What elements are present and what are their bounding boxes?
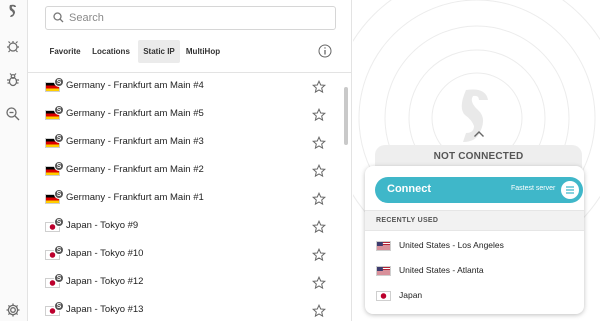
connect-button[interactable]: Connect Fastest server [375, 177, 583, 203]
server-label: Germany - Frankfurt am Main #4 [66, 80, 204, 91]
tab-multihop[interactable]: MultiHop [183, 40, 223, 63]
server-row[interactable]: S Germany - Frankfurt am Main #1 [28, 185, 344, 213]
server-row[interactable]: S Germany - Frankfurt am Main #3 [28, 129, 344, 157]
static-ip-badge: S [54, 161, 64, 171]
antivirus-icon[interactable] [5, 72, 21, 88]
static-ip-badge: S [54, 273, 64, 283]
static-ip-badge: S [54, 301, 64, 311]
static-ip-badge: S [54, 189, 64, 199]
search-alert-icon[interactable] [5, 106, 21, 122]
surfshark-logo-icon[interactable] [5, 3, 21, 19]
quick-connect-card: Connect Fastest server RECENTLY USED Uni… [365, 166, 584, 314]
server-row[interactable]: S Japan - Tokyo #10 [28, 241, 344, 269]
connect-options-button[interactable] [561, 181, 579, 199]
recent-item[interactable]: United States - Los Angeles [365, 234, 584, 258]
server-label: Japan - Tokyo #9 [66, 220, 139, 231]
favorite-star-icon[interactable] [312, 108, 326, 122]
menu-icon [566, 186, 574, 194]
recently-used-header: RECENTLY USED [365, 210, 584, 231]
static-ip-badge: S [54, 77, 64, 87]
server-row[interactable]: S Japan - Tokyo #12 [28, 269, 344, 297]
favorite-star-icon[interactable] [312, 276, 326, 290]
recently-used-title: RECENTLY USED [376, 217, 439, 224]
server-row[interactable]: S Germany - Frankfurt am Main #4 [28, 73, 344, 101]
tab-locations[interactable]: Locations [89, 40, 133, 63]
japan-flag-icon [376, 291, 391, 301]
server-label: Japan - Tokyo #13 [66, 304, 144, 315]
surfshark-app: Favorite Locations Static IP MultiHop S … [0, 0, 600, 321]
info-icon[interactable] [318, 44, 332, 58]
usa-flag-icon [376, 266, 391, 276]
recent-item[interactable]: Japan [365, 284, 584, 308]
server-label: Germany - Frankfurt am Main #1 [66, 192, 204, 203]
static-ip-badge: S [54, 133, 64, 143]
static-ip-badge: S [54, 105, 64, 115]
favorite-star-icon[interactable] [312, 80, 326, 94]
favorite-star-icon[interactable] [312, 164, 326, 178]
favorite-star-icon[interactable] [312, 220, 326, 234]
settings-gear-icon[interactable] [5, 302, 21, 318]
server-row[interactable]: S Japan - Tokyo #13 [28, 297, 344, 321]
search-box [45, 6, 336, 30]
server-label: Japan - Tokyo #10 [66, 248, 144, 259]
list-scrollbar[interactable] [344, 87, 348, 145]
chevron-up-icon[interactable] [473, 130, 485, 138]
server-row[interactable]: S Germany - Frankfurt am Main #2 [28, 157, 344, 185]
static-ip-badge: S [54, 217, 64, 227]
recent-item-label: United States - Atlanta [399, 265, 484, 275]
server-label: Germany - Frankfurt am Main #2 [66, 164, 204, 175]
search-input[interactable] [69, 10, 324, 26]
recent-item-label: Japan [399, 290, 423, 300]
server-row[interactable]: S Germany - Frankfurt am Main #5 [28, 101, 344, 129]
connection-area: NOT CONNECTED Connect Fastest server REC… [353, 0, 600, 321]
favorite-star-icon[interactable] [312, 248, 326, 262]
connect-label: Connect [387, 183, 431, 195]
sidebar-rail [0, 0, 28, 321]
favorite-star-icon[interactable] [312, 304, 326, 318]
server-list: S Germany - Frankfurt am Main #4 S Germa… [28, 73, 352, 321]
search-icon [53, 12, 64, 23]
server-row[interactable]: S Japan - Tokyo #9 [28, 213, 344, 241]
server-label: Japan - Tokyo #12 [66, 276, 144, 287]
server-label: Germany - Frankfurt am Main #5 [66, 108, 204, 119]
tab-favorite[interactable]: Favorite [45, 40, 85, 63]
server-label: Germany - Frankfurt am Main #3 [66, 136, 204, 147]
static-ip-badge: S [54, 245, 64, 255]
favorite-star-icon[interactable] [312, 136, 326, 150]
server-list-panel: Favorite Locations Static IP MultiHop S … [28, 0, 352, 321]
recent-item-label: United States - Los Angeles [399, 240, 504, 250]
favorite-star-icon[interactable] [312, 192, 326, 206]
tab-static-ip[interactable]: Static IP [138, 40, 180, 63]
cleanweb-icon[interactable] [5, 38, 21, 54]
fastest-server-label: Fastest server [511, 185, 556, 192]
recent-item[interactable]: United States - Atlanta [365, 259, 584, 283]
usa-flag-icon [376, 241, 391, 251]
